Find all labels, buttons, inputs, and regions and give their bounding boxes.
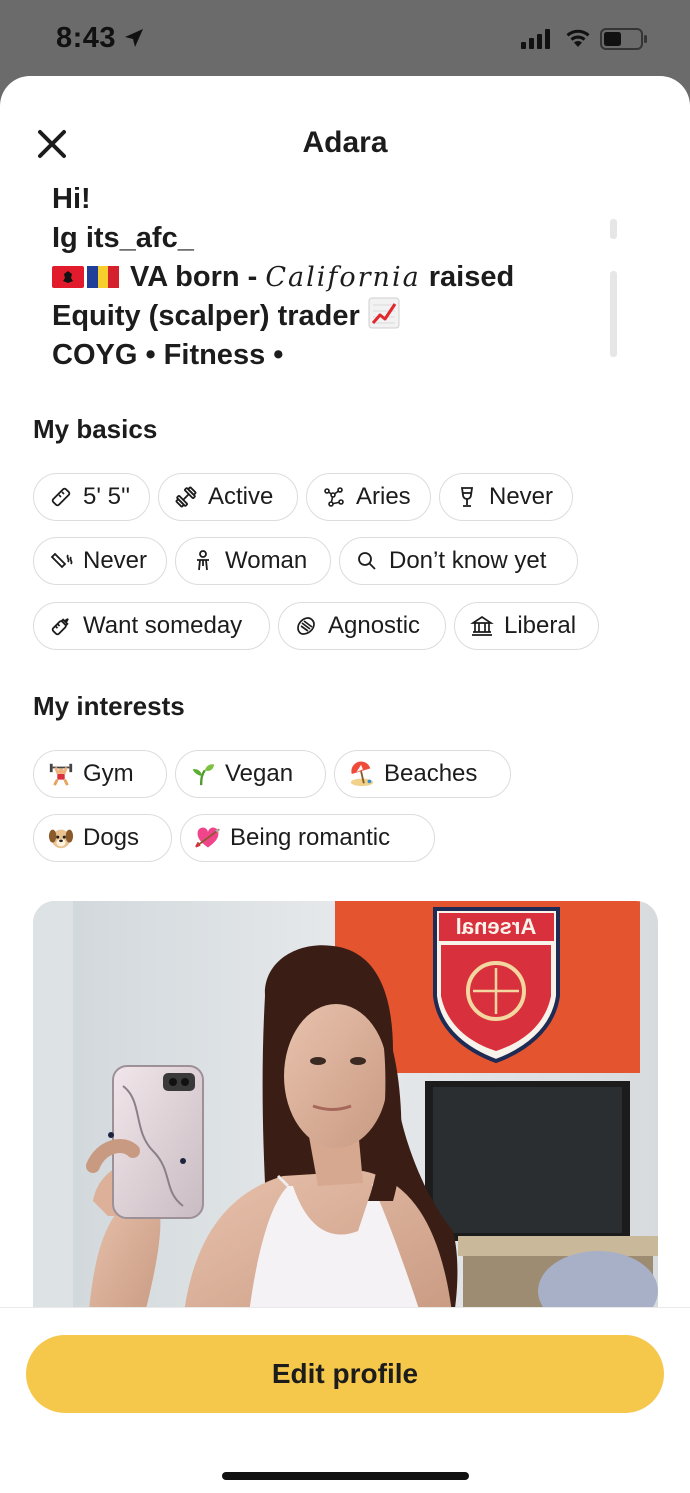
- chip-height[interactable]: 5' 5'': [33, 473, 150, 521]
- bio-line: Equity (scalper) trader: [52, 297, 597, 336]
- chip-label: Agnostic: [328, 612, 421, 639]
- dumbbell-icon: [173, 484, 199, 510]
- cellular-signal-icon: [521, 29, 550, 49]
- chip-politics[interactable]: Liberal: [454, 602, 599, 650]
- government-building-icon: [469, 613, 495, 639]
- profile-name-title: Adara: [302, 126, 388, 159]
- magnifier-icon: [354, 548, 380, 574]
- banner-text: Arsenal: [456, 914, 537, 939]
- chip-interest-dogs[interactable]: Dogs: [33, 814, 172, 862]
- chip-gender[interactable]: Woman: [175, 537, 331, 585]
- interests-section-title: My interests: [33, 691, 185, 721]
- smoking-icon: [48, 548, 74, 574]
- romania-flag-icon: [87, 266, 119, 288]
- chip-kids[interactable]: Want someday: [33, 602, 270, 650]
- home-indicator: [222, 1472, 469, 1480]
- chip-interest-romantic[interactable]: Being romantic: [180, 814, 435, 862]
- chip-label: Beaches: [384, 760, 478, 787]
- heart-arrow-emoji: [195, 825, 221, 851]
- profile-sheet: Adara Hi! Ig its_afc_ VA born - Californ…: [0, 76, 690, 1493]
- dog-face-emoji: [48, 825, 74, 851]
- chip-label: Want someday: [83, 612, 243, 639]
- edit-profile-button[interactable]: Edit profile: [26, 1335, 664, 1413]
- bio-line: VA born - California raised: [52, 258, 597, 297]
- bio-raised-text: raised: [420, 261, 515, 293]
- chart-increasing-icon: [368, 297, 400, 329]
- chip-interest-beaches[interactable]: Beaches: [334, 750, 511, 798]
- baby-bottle-icon: [48, 613, 74, 639]
- chip-label: Don’t know yet: [389, 547, 547, 574]
- bio-origin-text: VA born -: [122, 261, 266, 293]
- chip-exercise[interactable]: Active: [158, 473, 298, 521]
- battery-icon: [600, 28, 647, 50]
- chip-label: Woman: [225, 547, 308, 574]
- basics-section-title: My basics: [33, 414, 158, 444]
- chip-smoking[interactable]: Never: [33, 537, 167, 585]
- beach-umbrella-emoji: [349, 761, 375, 787]
- chip-looking-for[interactable]: Don’t know yet: [339, 537, 578, 585]
- bio-line: Ig its_afc_: [52, 222, 194, 254]
- albania-flag-icon: [52, 266, 84, 288]
- chip-drinking[interactable]: Never: [439, 473, 573, 521]
- bio-job-text: Equity (scalper) trader: [52, 300, 368, 332]
- chip-label: Liberal: [504, 612, 577, 639]
- chip-religion[interactable]: Agnostic: [278, 602, 446, 650]
- ruler-icon: [48, 484, 74, 510]
- weightlifter-emoji: [48, 761, 74, 787]
- chip-label: Active: [208, 483, 274, 510]
- chip-label: Vegan: [225, 760, 294, 787]
- status-bar: 8:43: [0, 0, 690, 76]
- chip-label: Dogs: [83, 824, 140, 851]
- wine-glass-icon: [454, 484, 480, 510]
- bio-line: COYG • Fitness •: [52, 339, 284, 371]
- chip-label: Aries: [356, 483, 411, 510]
- bottom-action-bar: Edit profile: [0, 1307, 690, 1493]
- chip-interest-gym[interactable]: Gym: [33, 750, 167, 798]
- chip-label: Gym: [83, 760, 134, 787]
- chip-interest-vegan[interactable]: Vegan: [175, 750, 326, 798]
- seedling-emoji: [190, 761, 216, 787]
- bio-text: Hi! Ig its_afc_ VA born - California rai…: [52, 180, 597, 375]
- person-icon: [190, 548, 216, 574]
- chip-zodiac[interactable]: Aries: [306, 473, 431, 521]
- location-arrow-icon: [125, 29, 143, 47]
- bio-line: Hi!: [52, 183, 91, 215]
- praying-hands-icon: [293, 613, 319, 639]
- chip-label: Never: [83, 547, 148, 574]
- bio-scrollbar[interactable]: [610, 219, 617, 357]
- bio-script-text: California: [265, 262, 421, 293]
- profile-photo-image: Arsenal: [33, 901, 658, 1321]
- profile-photo[interactable]: Arsenal: [33, 901, 658, 1321]
- constellation-icon: [321, 484, 347, 510]
- chip-label: 5' 5'': [83, 483, 131, 510]
- chip-label: Being romantic: [230, 824, 391, 851]
- wifi-icon: [566, 29, 590, 47]
- status-time: 8:43: [56, 22, 117, 54]
- chip-label: Never: [489, 483, 554, 510]
